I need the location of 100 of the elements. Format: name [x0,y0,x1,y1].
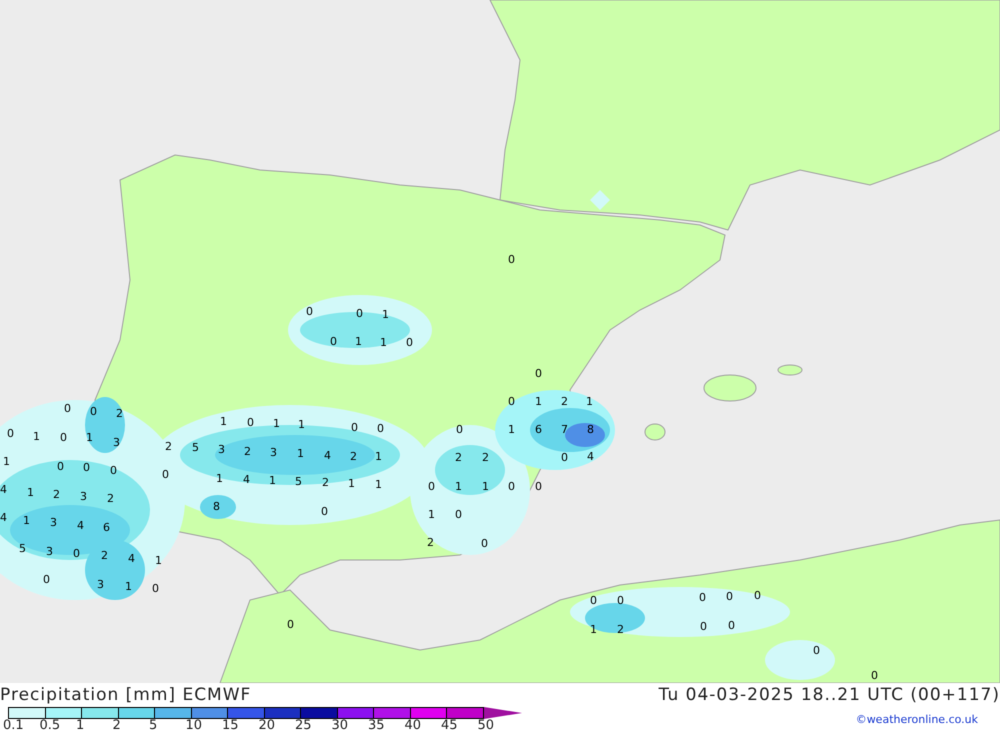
legend-tick-label: 35 [368,719,386,733]
precipitation-value: 0 [287,617,294,633]
precipitation-value: 4 [128,551,135,567]
precipitation-value: 0 [617,593,624,609]
precipitation-value: 1 [482,479,489,495]
precipitation-value: 1 [355,334,362,350]
precipitation-value: 2 [455,450,462,466]
precipitation-value: 2 [561,394,568,410]
precipitation-value: 2 [165,439,172,455]
precipitation-value: 1 [380,335,387,351]
precipitation-value: 3 [218,442,225,458]
forecast-time: Tu 04-03-2025 18..21 UTC (00+117) [658,685,1000,705]
legend-tick-label: 25 [295,719,313,733]
precipitation-value: 4 [77,518,84,534]
precipitation-value: 0 [83,460,90,476]
legend-tick-label: 2 [112,719,122,733]
precipitation-value: 0 [356,306,363,322]
precipitation-value: 0 [508,394,515,410]
precipitation-value: 0 [456,422,463,438]
precipitation-value: 1 [382,307,389,323]
precipitation-value: 0 [162,467,169,483]
precipitation-value: 1 [297,446,304,462]
precipitation-value: 1 [3,454,10,470]
precipitation-value: 4 [243,472,250,488]
legend-tick-label: 0.5 [40,719,62,733]
precipitation-value: 0 [321,504,328,520]
precipitation-value: 0 [60,430,67,446]
precipitation-value: 0 [7,426,14,442]
legend-tick-label: 0.1 [3,719,25,733]
precipitation-value: 4 [324,448,331,464]
precipitation-value: 2 [116,406,123,422]
precipitation-value: 0 [57,459,64,475]
precipitation-value: 1 [348,476,355,492]
legend-tick-label: 50 [478,719,496,733]
precipitation-value: 4 [587,449,594,465]
precipitation-value: 2 [322,475,329,491]
legend-tick-label: 15 [222,719,240,733]
precipitation-value: 0 [90,404,97,420]
precipitation-value: 1 [27,485,34,501]
precipitation-value: 0 [508,252,515,268]
precipitation-value: 3 [80,489,87,505]
precipitation-value: 1 [155,553,162,569]
precipitation-value: 3 [50,515,57,531]
precipitation-value: 0 [428,479,435,495]
legend-arrow-icon [484,707,522,719]
legend-tick-label: 45 [441,719,459,733]
precipitation-value: 1 [33,429,40,445]
precipitation-value: 1 [216,471,223,487]
precipitation-value: 1 [590,622,597,638]
legend-tick-label: 20 [258,719,276,733]
precipitation-value: 0 [43,572,50,588]
precipitation-value: 6 [535,422,542,438]
precipitation-value: 0 [306,304,313,320]
legend-tick-label: 30 [332,719,350,733]
precipitation-value: 0 [754,588,761,604]
credit-link[interactable]: ©weatheronline.co.uk [856,713,978,726]
precipitation-value: 2 [244,444,251,460]
precipitation-value: 0 [700,619,707,635]
precipitation-value: 1 [375,449,382,465]
precipitation-value: 2 [482,450,489,466]
precipitation-value: 0 [481,536,488,552]
precipitation-value: 7 [561,422,568,438]
precipitation-value: 3 [270,445,277,461]
precipitation-value: 2 [427,535,434,551]
legend-tick-label: 10 [186,719,204,733]
precipitation-value: 0 [247,415,254,431]
precipitation-value: 0 [728,618,735,634]
precipitation-value: 0 [64,401,71,417]
map-title: Precipitation [mm] ECMWF [0,685,252,705]
precipitation-value: 0 [508,479,515,495]
precipitation-value: 2 [101,548,108,564]
precipitation-value: 4 [0,510,7,526]
precipitation-value: 5 [295,474,302,490]
legend-tick-label: 1 [76,719,86,733]
precipitation-value: 1 [220,414,227,430]
precipitation-value: 5 [192,440,199,456]
precipitation-value: 4 [0,482,7,498]
precipitation-value: 1 [428,507,435,523]
precipitation-value: 0 [351,420,358,436]
precipitation-value: 0 [406,335,413,351]
precipitation-value: 1 [125,579,132,595]
legend-tick-label: 40 [404,719,422,733]
precipitation-value: 0 [455,507,462,523]
precipitation-value: 1 [508,422,515,438]
precipitation-value: 6 [103,520,110,536]
precipitation-value: 1 [86,430,93,446]
precipitation-value: 0 [813,643,820,659]
precipitation-value: 1 [535,394,542,410]
precipitation-value: 1 [455,479,462,495]
precipitation-value: 0 [377,421,384,437]
precipitation-value: 0 [73,546,80,562]
precipitation-value: 8 [213,499,220,515]
precipitation-value: 2 [107,491,114,507]
precipitation-value: 0 [561,450,568,466]
precipitation-value: 0 [152,581,159,597]
precipitation-value: 0 [535,479,542,495]
precipitation-value: 1 [273,416,280,432]
precipitation-value: 1 [375,477,382,493]
precipitation-value: 0 [535,366,542,382]
precipitation-value: 2 [53,487,60,503]
